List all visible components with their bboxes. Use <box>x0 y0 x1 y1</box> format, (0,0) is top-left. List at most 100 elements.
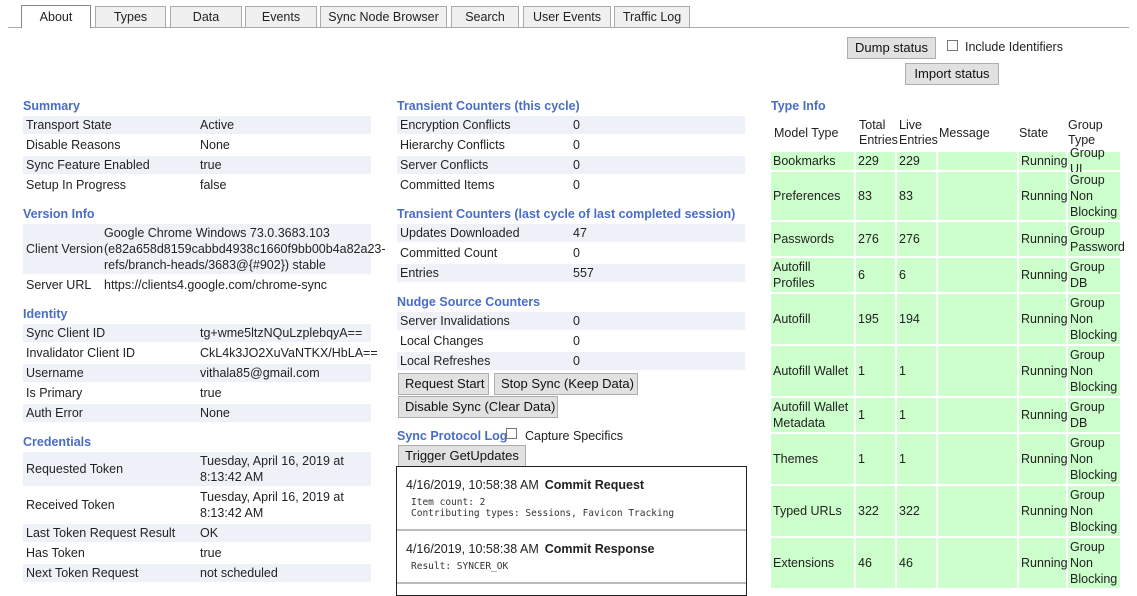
tab-sync-node-browser[interactable]: Sync Node Browser <box>320 6 447 27</box>
type-message-cell <box>938 172 1017 220</box>
identity-value: None <box>200 406 230 420</box>
type-live-cell: 1 <box>897 398 936 432</box>
counter-value: 0 <box>573 118 580 132</box>
table-row: Local Changes 0 <box>397 332 745 350</box>
table-row: Client Version Google Chrome Windows 73.… <box>23 224 386 274</box>
type-message-cell <box>938 346 1017 396</box>
type-total-cell: 83 <box>856 172 895 220</box>
tab-bar: About Types Data Events Sync Node Browse… <box>0 0 1137 28</box>
type-live-cell: 229 <box>897 152 936 170</box>
table-row: Preferences 83 83 Running Group Non Blocking <box>771 172 1120 220</box>
log-entry[interactable]: 4/16/2019, 10:58:38 AM Commit Request Ite… <box>397 467 746 531</box>
type-state-cell: Running <box>1019 538 1068 588</box>
type-live-cell: 322 <box>897 486 936 536</box>
table-row: Setup In Progress false <box>23 176 371 194</box>
counter-value: 47 <box>573 226 587 240</box>
table-row: Disable Reasons None <box>23 136 371 154</box>
counter-label: Local Changes <box>400 334 484 348</box>
type-model-cell: Autofill Wallet Metadata <box>771 398 854 432</box>
table-row: Entries 557 <box>397 264 745 282</box>
type-group-cell: Group Non Blocking <box>1068 486 1120 536</box>
tab-about[interactable]: About <box>21 5 91 28</box>
type-total-cell: 322 <box>856 486 895 536</box>
type-state-cell: Running <box>1019 434 1068 484</box>
credentials-label: Requested Token <box>26 462 124 476</box>
type-message-cell <box>938 152 1017 170</box>
tab-types[interactable]: Types <box>95 6 166 27</box>
type-model-cell: Themes <box>771 434 854 484</box>
identity-label: Auth Error <box>26 406 83 420</box>
counter-label: Entries <box>400 266 439 280</box>
table-row: Has Token true <box>23 544 371 562</box>
type-live-cell: 276 <box>897 222 936 256</box>
table-row: Themes 1 1 Running Group Non Blocking <box>771 434 1120 484</box>
col-header-group-type: Group Type <box>1068 118 1103 147</box>
tab-user-events[interactable]: User Events <box>523 6 611 27</box>
type-group-cell: Group Non Blocking <box>1068 172 1120 220</box>
identity-title: Identity <box>23 307 68 321</box>
stop-sync-button[interactable]: Stop Sync (Keep Data) <box>494 373 638 395</box>
type-total-cell: 229 <box>856 152 895 170</box>
table-row: Sync Client ID tg+wme5ltzNQuLzplebqyA== <box>23 324 371 342</box>
import-status-button[interactable]: Import status <box>905 63 999 85</box>
counter-value: 0 <box>573 138 580 152</box>
tab-traffic-log[interactable]: Traffic Log <box>614 6 690 27</box>
type-live-cell: 83 <box>897 172 936 220</box>
log-entry-detail: Result: SYNCER_OK <box>411 561 509 572</box>
credentials-value: true <box>200 546 222 560</box>
table-row: Server Conflicts 0 <box>397 156 745 174</box>
tab-search[interactable]: Search <box>451 6 519 27</box>
type-state-cell: Running <box>1019 486 1068 536</box>
type-group-cell: Group Password <box>1068 222 1125 256</box>
capture-specifics-checkbox[interactable] <box>506 428 517 439</box>
credentials-value: not scheduled <box>200 566 278 580</box>
summary-value: true <box>200 158 222 172</box>
table-row: Committed Items 0 <box>397 176 745 194</box>
type-message-cell <box>938 486 1017 536</box>
trigger-getupdates-button[interactable]: Trigger GetUpdates <box>398 445 526 467</box>
log-entry-time: 4/16/2019, 10:58:38 AM <box>406 478 539 492</box>
log-entry-title: Commit Request <box>544 478 645 492</box>
tab-data[interactable]: Data <box>170 6 242 27</box>
type-group-cell: Group UI <box>1068 146 1120 176</box>
log-entry[interactable]: 4/16/2019, 10:58:38 AM Commit Response Re… <box>397 531 746 584</box>
type-state-cell: Running <box>1019 152 1068 170</box>
summary-value: Active <box>200 118 235 132</box>
table-row: Next Token Request not scheduled <box>23 564 371 582</box>
summary-label: Transport State <box>26 118 112 132</box>
dump-status-button[interactable]: Dump status <box>847 37 936 59</box>
type-model-cell: Autofill Wallet <box>771 346 854 396</box>
table-row: Extensions 46 46 Running Group Non Blocking <box>771 538 1120 588</box>
counter-value: 0 <box>573 354 580 368</box>
type-live-cell: 194 <box>897 294 936 344</box>
credentials-value: Tuesday, April 16, 2019 at 8:13:42 AM <box>200 490 344 520</box>
table-row: Autofill Wallet 1 1 Running Group Non Blocki… <box>771 346 1120 396</box>
type-model-cell: Autofill Profiles <box>771 258 854 292</box>
table-row: Auth Error None <box>23 404 371 422</box>
table-row: Bookmarks 229 229 Running Group UI <box>771 146 1120 176</box>
include-identifiers-checkbox[interactable] <box>947 40 958 51</box>
protocol-log-list[interactable]: 4/16/2019, 10:58:38 AM Commit Request Ite… <box>396 466 747 596</box>
type-live-cell: 6 <box>897 258 936 292</box>
include-identifiers-label: Include Identifiers <box>965 40 1063 54</box>
credentials-label: Next Token Request <box>26 566 139 580</box>
type-model-cell: Passwords <box>771 222 854 256</box>
type-group-cell: Group Non Blocking <box>1068 434 1120 484</box>
request-start-button[interactable]: Request Start <box>398 373 489 395</box>
type-total-cell: 1 <box>856 346 895 396</box>
table-row: Committed Count 0 <box>397 244 745 262</box>
type-total-cell: 1 <box>856 434 895 484</box>
credentials-label: Received Token <box>26 498 115 512</box>
tab-events[interactable]: Events <box>245 6 317 27</box>
type-total-cell: 46 <box>856 538 895 588</box>
table-row: Hierarchy Conflicts 0 <box>397 136 745 154</box>
type-live-cell: 46 <box>897 538 936 588</box>
disable-sync-button[interactable]: Disable Sync (Clear Data) <box>398 396 558 418</box>
table-row: Updates Downloaded 47 <box>397 224 745 242</box>
type-group-cell: Group DB <box>1068 258 1120 292</box>
counter-value: 0 <box>573 158 580 172</box>
table-row: Invalidator Client ID CkL4k3JO2XuVaNTKX/… <box>23 344 378 362</box>
type-state-cell: Running <box>1019 398 1068 432</box>
table-row: Server Invalidations 0 <box>397 312 745 330</box>
counter-label: Server Invalidations <box>400 314 510 328</box>
